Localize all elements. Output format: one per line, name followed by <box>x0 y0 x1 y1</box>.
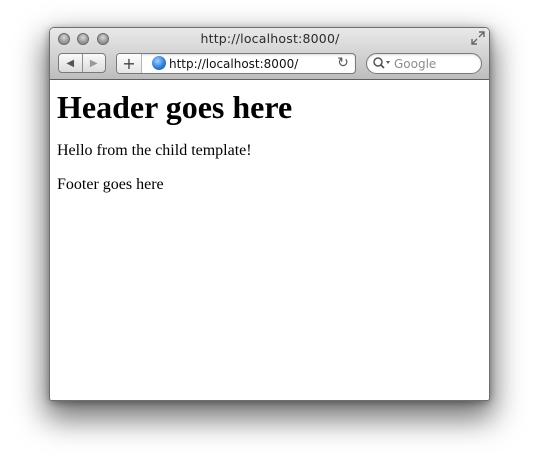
add-bookmark-button[interactable]: + <box>117 54 142 73</box>
globe-icon <box>152 56 166 70</box>
reload-icon[interactable]: ↻ <box>336 55 350 71</box>
window-title: http://localhost:8000/ <box>200 31 340 46</box>
forward-button[interactable]: ▶ <box>83 54 106 72</box>
page-content: Header goes here Hello from the child te… <box>50 80 489 400</box>
plus-icon: + <box>122 54 136 73</box>
close-icon[interactable] <box>58 33 70 45</box>
child-template-text: Hello from the child template! <box>57 142 252 159</box>
minimize-icon[interactable] <box>77 33 89 45</box>
back-button[interactable]: ◀ <box>59 54 83 72</box>
forward-arrow-icon: ▶ <box>89 57 98 69</box>
page-header: Header goes here <box>57 89 293 125</box>
search-icon[interactable] <box>372 56 392 70</box>
url-input[interactable] <box>169 55 327 72</box>
browser-window: http://localhost:8000/ ◀ ▶ + ↻ <box>49 27 490 401</box>
search-input[interactable] <box>394 55 474 72</box>
back-forward-group: ◀ ▶ <box>58 53 106 73</box>
page-footer: Footer goes here <box>57 176 164 193</box>
back-arrow-icon: ◀ <box>66 57 75 69</box>
address-bar: + ↻ <box>116 53 356 74</box>
search-box <box>366 53 482 74</box>
title-bar: http://localhost:8000/ ◀ ▶ + ↻ <box>50 28 489 80</box>
zoom-icon[interactable] <box>97 33 109 45</box>
fullscreen-icon[interactable] <box>471 31 485 45</box>
